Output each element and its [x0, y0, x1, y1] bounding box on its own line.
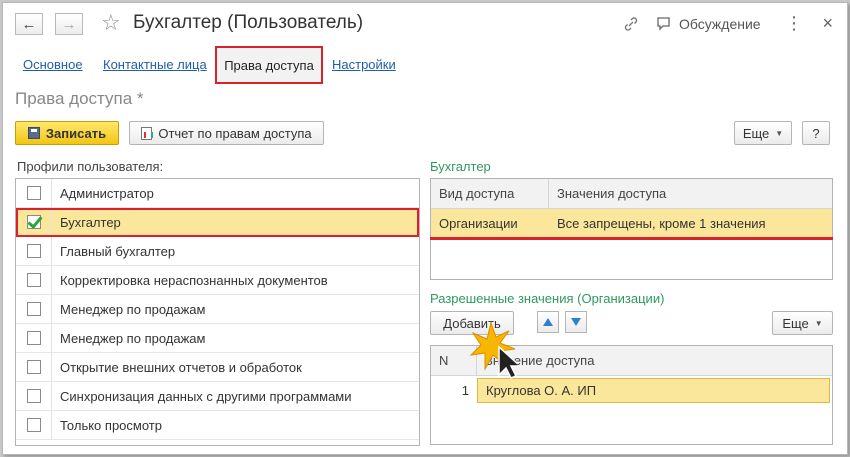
profile-label: Только просмотр — [60, 417, 162, 433]
profile-checkbox[interactable] — [26, 186, 41, 200]
profile-checkbox[interactable] — [26, 418, 41, 432]
list-item[interactable]: Главный бухгалтер — [16, 237, 419, 266]
forward-arrow-icon: → — [61, 15, 77, 33]
profile-checkbox[interactable] — [26, 331, 41, 345]
profile-label: Корректировка нераспознанных документов — [60, 272, 328, 288]
allowed-more-label: Еще — [782, 315, 809, 331]
list-item-selected[interactable]: Бухгалтер — [16, 208, 419, 237]
favorite-star-icon[interactable]: ☆ — [101, 10, 121, 36]
close-icon[interactable]: × — [822, 13, 833, 34]
profile-label: Синхронизация данных с другими программа… — [60, 388, 352, 404]
section-title: Права доступа * — [15, 89, 144, 108]
access-kinds-table: Вид доступа Значения доступа Организации… — [430, 178, 833, 280]
user-form-window: ← → ☆ Бухгалтер (Пользователь) Обсуждени… — [2, 2, 848, 455]
profile-checkbox[interactable] — [26, 273, 41, 287]
row-number-cell: 1 — [461, 383, 469, 398]
access-group-title: Бухгалтер — [430, 159, 491, 174]
allowed-more-button[interactable]: Еще ▼ — [772, 311, 833, 335]
highlight-underline — [430, 237, 833, 240]
help-label: ? — [812, 125, 820, 141]
tab-main[interactable]: Основное — [23, 57, 83, 72]
help-button[interactable]: ? — [802, 121, 830, 145]
list-item[interactable]: Администратор — [16, 179, 419, 208]
more-menu-icon[interactable]: ⋮ — [785, 13, 803, 34]
more-label: Еще — [742, 125, 770, 141]
mouse-cursor-icon — [469, 321, 517, 379]
profile-checkbox-checked[interactable] — [26, 215, 41, 229]
access-kind-cell: Организации — [439, 216, 518, 231]
link-icon[interactable] — [623, 16, 639, 35]
save-button[interactable]: Записать — [15, 121, 119, 145]
discussion-button[interactable]: Обсуждение — [657, 16, 761, 32]
back-button[interactable]: ← — [15, 13, 43, 35]
access-values-cell: Все запрещены, кроме 1 значения — [557, 216, 766, 231]
table-row[interactable]: 1 Круглова О. А. ИП — [431, 376, 832, 405]
profile-label: Главный бухгалтер — [60, 243, 176, 259]
tab-settings[interactable]: Настройки — [332, 57, 396, 72]
report-icon — [141, 126, 154, 140]
back-arrow-icon: ← — [21, 15, 37, 33]
column-header-kind[interactable]: Вид доступа — [431, 179, 549, 208]
list-item[interactable]: Открытие внешних отчетов и обработок — [16, 353, 419, 382]
profile-checkbox[interactable] — [26, 302, 41, 316]
forward-button[interactable]: → — [55, 13, 83, 35]
column-header-values[interactable]: Значения доступа — [549, 179, 832, 208]
window-title: Бухгалтер (Пользователь) — [133, 12, 364, 33]
profiles-list: Администратор Бухгалтер Главный бухгалте… — [15, 178, 420, 446]
discussion-icon — [657, 17, 670, 31]
move-down-button[interactable] — [565, 311, 587, 333]
save-label: Записать — [45, 125, 107, 141]
column-header-value[interactable]: Значение доступа — [477, 346, 832, 375]
profile-checkbox[interactable] — [26, 360, 41, 374]
access-report-label: Отчет по правам доступа — [158, 125, 312, 141]
profile-label: Бухгалтер — [60, 214, 121, 230]
chevron-down-icon: ▼ — [775, 128, 784, 138]
arrow-down-icon — [571, 318, 581, 326]
move-up-button[interactable] — [537, 311, 559, 333]
list-item[interactable]: Только просмотр — [16, 411, 419, 440]
chevron-down-icon: ▼ — [814, 318, 823, 328]
table-row[interactable]: Организации Все запрещены, кроме 1 значе… — [431, 209, 832, 238]
profiles-label: Профили пользователя: — [17, 159, 164, 174]
allowed-values-title: Разрешенные значения (Организации) — [430, 291, 665, 306]
profile-label: Менеджер по продажам — [60, 301, 206, 317]
list-item[interactable]: Корректировка нераспознанных документов — [16, 266, 419, 295]
arrow-up-icon — [543, 318, 553, 326]
list-item[interactable]: Менеджер по продажам — [16, 295, 419, 324]
profile-label: Открытие внешних отчетов и обработок — [60, 359, 302, 375]
list-item[interactable]: Менеджер по продажам — [16, 324, 419, 353]
profile-checkbox[interactable] — [26, 389, 41, 403]
tab-access-rights[interactable]: Права доступа — [215, 46, 323, 84]
more-button[interactable]: Еще ▼ — [734, 121, 792, 145]
profile-label: Администратор — [60, 185, 154, 201]
list-item[interactable]: Синхронизация данных с другими программа… — [16, 382, 419, 411]
save-icon — [27, 127, 40, 139]
profile-label: Менеджер по продажам — [60, 330, 206, 346]
discussion-label: Обсуждение — [679, 16, 761, 32]
table-header: Вид доступа Значения доступа — [431, 179, 832, 209]
tab-contacts[interactable]: Контактные лица — [103, 57, 207, 72]
access-value-cell[interactable]: Круглова О. А. ИП — [477, 378, 830, 403]
access-report-button[interactable]: Отчет по правам доступа — [129, 121, 324, 145]
profile-checkbox[interactable] — [26, 244, 41, 258]
